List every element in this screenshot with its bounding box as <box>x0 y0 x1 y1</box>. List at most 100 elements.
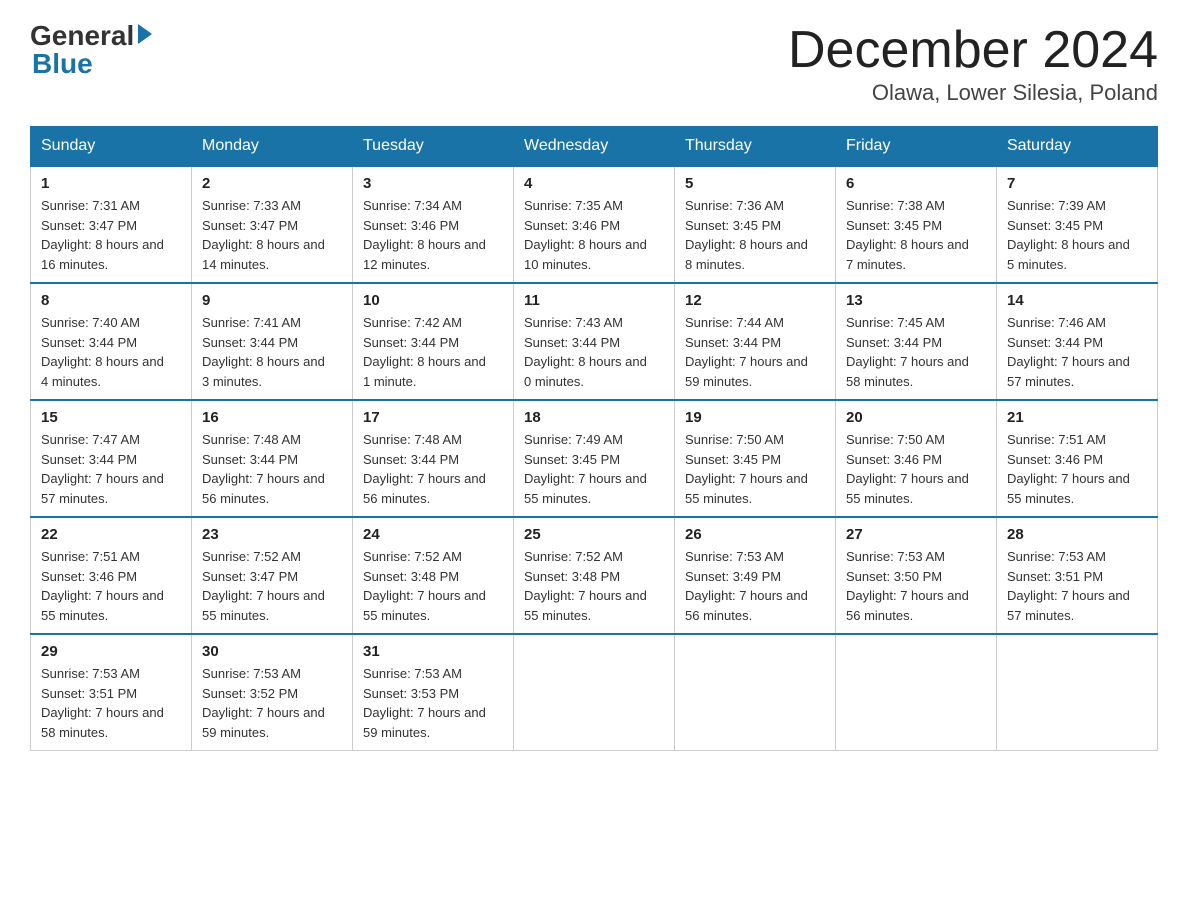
day-info: Sunrise: 7:39 AMSunset: 3:45 PMDaylight:… <box>1007 196 1147 274</box>
calendar-day-14: 14 Sunrise: 7:46 AMSunset: 3:44 PMDayligh… <box>997 283 1158 400</box>
calendar-empty-cell <box>836 634 997 751</box>
day-info: Sunrise: 7:42 AMSunset: 3:44 PMDaylight:… <box>363 313 503 391</box>
day-number: 14 <box>1007 292 1147 309</box>
day-number: 4 <box>524 175 664 192</box>
calendar-week-5: 29 Sunrise: 7:53 AMSunset: 3:51 PMDayligh… <box>31 634 1158 751</box>
day-info: Sunrise: 7:44 AMSunset: 3:44 PMDaylight:… <box>685 313 825 391</box>
day-number: 9 <box>202 292 342 309</box>
calendar-week-3: 15 Sunrise: 7:47 AMSunset: 3:44 PMDayligh… <box>31 400 1158 517</box>
logo: General Blue <box>30 20 152 80</box>
calendar-day-29: 29 Sunrise: 7:53 AMSunset: 3:51 PMDayligh… <box>31 634 192 751</box>
day-info: Sunrise: 7:51 AMSunset: 3:46 PMDaylight:… <box>1007 430 1147 508</box>
calendar-day-12: 12 Sunrise: 7:44 AMSunset: 3:44 PMDayligh… <box>675 283 836 400</box>
day-number: 1 <box>41 175 181 192</box>
day-number: 24 <box>363 526 503 543</box>
day-number: 11 <box>524 292 664 309</box>
calendar-week-1: 1 Sunrise: 7:31 AMSunset: 3:47 PMDaylight… <box>31 166 1158 283</box>
day-info: Sunrise: 7:47 AMSunset: 3:44 PMDaylight:… <box>41 430 181 508</box>
day-number: 15 <box>41 409 181 426</box>
day-info: Sunrise: 7:50 AMSunset: 3:45 PMDaylight:… <box>685 430 825 508</box>
calendar-day-26: 26 Sunrise: 7:53 AMSunset: 3:49 PMDayligh… <box>675 517 836 634</box>
page-title: December 2024 <box>788 20 1158 80</box>
day-header-thursday: Thursday <box>675 127 836 167</box>
calendar-day-5: 5 Sunrise: 7:36 AMSunset: 3:45 PMDaylight… <box>675 166 836 283</box>
day-info: Sunrise: 7:46 AMSunset: 3:44 PMDaylight:… <box>1007 313 1147 391</box>
calendar-empty-cell <box>675 634 836 751</box>
calendar-day-27: 27 Sunrise: 7:53 AMSunset: 3:50 PMDayligh… <box>836 517 997 634</box>
day-number: 26 <box>685 526 825 543</box>
day-number: 6 <box>846 175 986 192</box>
calendar-day-3: 3 Sunrise: 7:34 AMSunset: 3:46 PMDaylight… <box>353 166 514 283</box>
day-info: Sunrise: 7:52 AMSunset: 3:48 PMDaylight:… <box>363 547 503 625</box>
calendar-day-10: 10Sunrise: 7:42 AMSunset: 3:44 PMDayligh… <box>353 283 514 400</box>
calendar-day-20: 20 Sunrise: 7:50 AMSunset: 3:46 PMDayligh… <box>836 400 997 517</box>
day-info: Sunrise: 7:38 AMSunset: 3:45 PMDaylight:… <box>846 196 986 274</box>
day-number: 22 <box>41 526 181 543</box>
day-number: 12 <box>685 292 825 309</box>
day-header-tuesday: Tuesday <box>353 127 514 167</box>
day-info: Sunrise: 7:41 AMSunset: 3:44 PMDaylight:… <box>202 313 342 391</box>
day-info: Sunrise: 7:33 AMSunset: 3:47 PMDaylight:… <box>202 196 342 274</box>
day-info: Sunrise: 7:31 AMSunset: 3:47 PMDaylight:… <box>41 196 181 274</box>
day-number: 5 <box>685 175 825 192</box>
day-info: Sunrise: 7:53 AMSunset: 3:51 PMDaylight:… <box>41 664 181 742</box>
logo-triangle-icon <box>138 24 152 44</box>
day-header-friday: Friday <box>836 127 997 167</box>
day-number: 8 <box>41 292 181 309</box>
day-info: Sunrise: 7:43 AMSunset: 3:44 PMDaylight:… <box>524 313 664 391</box>
calendar-day-17: 17Sunrise: 7:48 AMSunset: 3:44 PMDayligh… <box>353 400 514 517</box>
day-number: 20 <box>846 409 986 426</box>
calendar-day-6: 6 Sunrise: 7:38 AMSunset: 3:45 PMDaylight… <box>836 166 997 283</box>
calendar-day-31: 31Sunrise: 7:53 AMSunset: 3:53 PMDayligh… <box>353 634 514 751</box>
day-number: 16 <box>202 409 342 426</box>
day-number: 27 <box>846 526 986 543</box>
logo-blue-text: Blue <box>32 48 93 80</box>
calendar-day-1: 1 Sunrise: 7:31 AMSunset: 3:47 PMDaylight… <box>31 166 192 283</box>
day-info: Sunrise: 7:53 AMSunset: 3:50 PMDaylight:… <box>846 547 986 625</box>
day-number: 3 <box>363 175 503 192</box>
calendar-day-21: 21Sunrise: 7:51 AMSunset: 3:46 PMDayligh… <box>997 400 1158 517</box>
calendar-day-9: 9 Sunrise: 7:41 AMSunset: 3:44 PMDaylight… <box>192 283 353 400</box>
day-number: 7 <box>1007 175 1147 192</box>
calendar-day-23: 23 Sunrise: 7:52 AMSunset: 3:47 PMDayligh… <box>192 517 353 634</box>
calendar-day-19: 19 Sunrise: 7:50 AMSunset: 3:45 PMDayligh… <box>675 400 836 517</box>
day-info: Sunrise: 7:45 AMSunset: 3:44 PMDaylight:… <box>846 313 986 391</box>
day-info: Sunrise: 7:35 AMSunset: 3:46 PMDaylight:… <box>524 196 664 274</box>
page-subtitle: Olawa, Lower Silesia, Poland <box>788 80 1158 106</box>
calendar-day-15: 15 Sunrise: 7:47 AMSunset: 3:44 PMDayligh… <box>31 400 192 517</box>
calendar-day-4: 4 Sunrise: 7:35 AMSunset: 3:46 PMDaylight… <box>514 166 675 283</box>
day-header-sunday: Sunday <box>31 127 192 167</box>
day-number: 13 <box>846 292 986 309</box>
calendar-day-25: 25Sunrise: 7:52 AMSunset: 3:48 PMDayligh… <box>514 517 675 634</box>
day-info: Sunrise: 7:51 AMSunset: 3:46 PMDaylight:… <box>41 547 181 625</box>
day-number: 19 <box>685 409 825 426</box>
day-header-saturday: Saturday <box>997 127 1158 167</box>
page-header: General Blue December 2024 Olawa, Lower … <box>30 20 1158 106</box>
calendar-week-2: 8Sunrise: 7:40 AMSunset: 3:44 PMDaylight… <box>31 283 1158 400</box>
calendar-empty-cell <box>514 634 675 751</box>
day-info: Sunrise: 7:36 AMSunset: 3:45 PMDaylight:… <box>685 196 825 274</box>
day-number: 23 <box>202 526 342 543</box>
day-info: Sunrise: 7:52 AMSunset: 3:48 PMDaylight:… <box>524 547 664 625</box>
day-number: 30 <box>202 643 342 660</box>
day-header-wednesday: Wednesday <box>514 127 675 167</box>
calendar-day-7: 7 Sunrise: 7:39 AMSunset: 3:45 PMDaylight… <box>997 166 1158 283</box>
calendar-day-18: 18Sunrise: 7:49 AMSunset: 3:45 PMDayligh… <box>514 400 675 517</box>
calendar-day-22: 22 Sunrise: 7:51 AMSunset: 3:46 PMDayligh… <box>31 517 192 634</box>
day-number: 31 <box>363 643 503 660</box>
calendar-header-row: SundayMondayTuesdayWednesdayThursdayFrid… <box>31 127 1158 167</box>
day-info: Sunrise: 7:49 AMSunset: 3:45 PMDaylight:… <box>524 430 664 508</box>
day-header-monday: Monday <box>192 127 353 167</box>
calendar-day-2: 2 Sunrise: 7:33 AMSunset: 3:47 PMDaylight… <box>192 166 353 283</box>
day-number: 29 <box>41 643 181 660</box>
day-info: Sunrise: 7:52 AMSunset: 3:47 PMDaylight:… <box>202 547 342 625</box>
calendar-day-8: 8Sunrise: 7:40 AMSunset: 3:44 PMDaylight… <box>31 283 192 400</box>
day-info: Sunrise: 7:34 AMSunset: 3:46 PMDaylight:… <box>363 196 503 274</box>
calendar-day-28: 28Sunrise: 7:53 AMSunset: 3:51 PMDayligh… <box>997 517 1158 634</box>
day-info: Sunrise: 7:53 AMSunset: 3:51 PMDaylight:… <box>1007 547 1147 625</box>
day-number: 17 <box>363 409 503 426</box>
day-info: Sunrise: 7:53 AMSunset: 3:52 PMDaylight:… <box>202 664 342 742</box>
day-info: Sunrise: 7:53 AMSunset: 3:49 PMDaylight:… <box>685 547 825 625</box>
day-info: Sunrise: 7:50 AMSunset: 3:46 PMDaylight:… <box>846 430 986 508</box>
day-number: 2 <box>202 175 342 192</box>
